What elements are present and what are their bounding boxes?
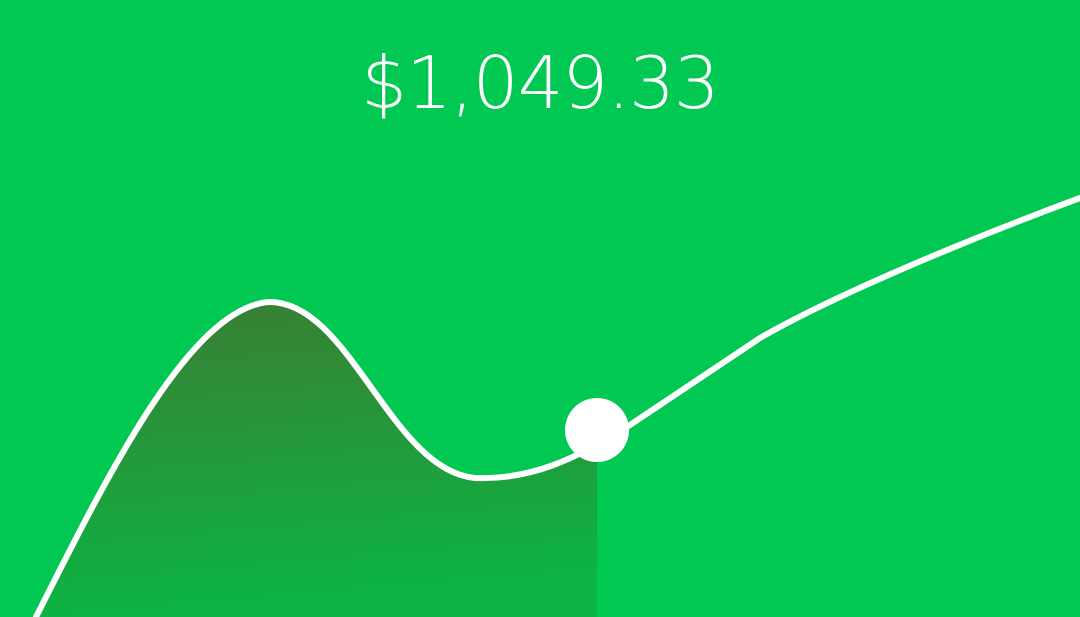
chart-scrubber-handle[interactable]	[565, 398, 629, 462]
balance-chart-screen: $1,049.33	[0, 0, 1080, 617]
balance-chart[interactable]	[0, 0, 1080, 617]
